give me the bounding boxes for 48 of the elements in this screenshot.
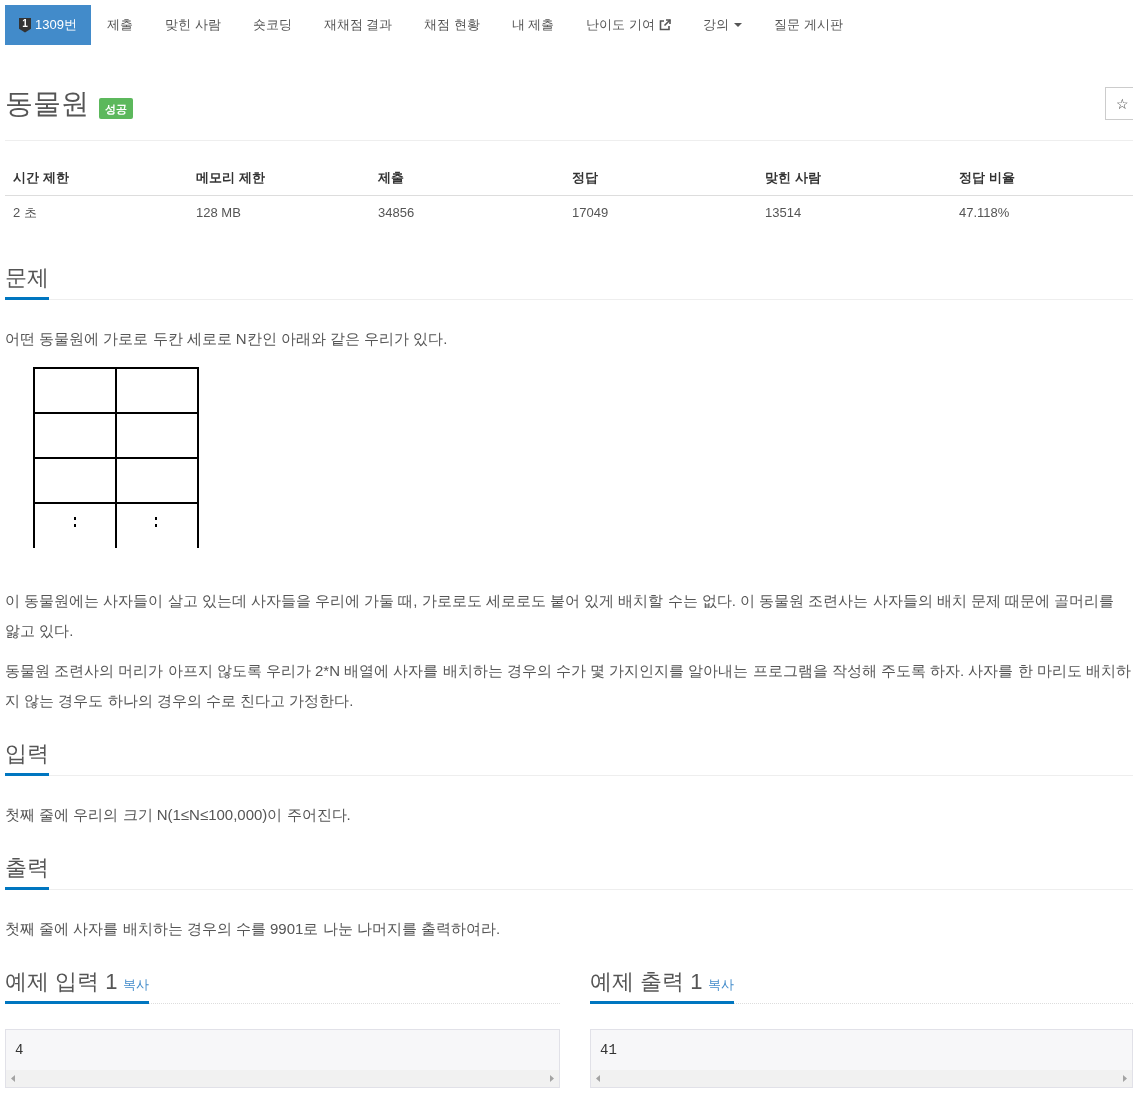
- section-heading: 예제 출력 1: [590, 968, 703, 996]
- section-heading: 예제 입력 1: [5, 968, 118, 996]
- table-header-cell: 정답 비율: [951, 161, 1133, 196]
- table-header-cell: 제출: [370, 161, 564, 196]
- paragraph: 첫째 줄에 우리의 크기 N(1≤N≤100,000)이 주어진다.: [5, 805, 352, 825]
- star-button[interactable]: ☆: [1105, 87, 1133, 120]
- horizontal-scrollbar[interactable]: [6, 1070, 559, 1087]
- table-cell: 2 초: [5, 195, 188, 230]
- nav-tab[interactable]: 질문 게시판: [758, 5, 859, 45]
- caret-icon: [734, 23, 743, 27]
- rank-badge: 1: [19, 17, 31, 33]
- section-heading: 입력: [5, 740, 49, 768]
- table-cell: 34856: [370, 195, 564, 230]
- sample-text: 41: [600, 1042, 617, 1058]
- table-cell: 128 MB: [188, 195, 370, 230]
- nav-tab[interactable]: 내 제출: [495, 5, 571, 45]
- external-link-icon: [659, 19, 672, 31]
- nav-tab[interactable]: 숏코딩: [236, 5, 308, 45]
- paragraph: 어떤 동물원에 가로로 두칸 세로로 N칸인 아래와 같은 우리가 있다.: [5, 329, 449, 349]
- table-cell: 17049: [564, 195, 757, 230]
- section-heading: 출력: [5, 854, 49, 882]
- nav-tab[interactable]: 맞힌 사람: [148, 5, 237, 45]
- table-cell: 13514: [757, 195, 951, 230]
- nav-tab[interactable]: 채점 현황: [408, 5, 496, 45]
- table-cell: 47.118%: [951, 195, 1133, 230]
- horizontal-scrollbar[interactable]: [591, 1070, 1132, 1087]
- nav-tab[interactable]: 강의: [687, 5, 759, 45]
- scroll-right-icon: [550, 1075, 554, 1082]
- table-header-cell: 맞힌 사람: [757, 161, 951, 196]
- scroll-left-icon: [11, 1075, 15, 1082]
- status-label: 성공: [99, 98, 133, 119]
- copy-link[interactable]: 복사: [708, 976, 735, 994]
- section-heading: 문제: [5, 264, 49, 292]
- problem-title: 동물원: [5, 87, 89, 120]
- scroll-left-icon: [596, 1075, 600, 1082]
- copy-link[interactable]: 복사: [123, 976, 150, 994]
- paragraph: 동물원 조련사의 머리가 아프지 않도록 우리가 2*N 배열에 사자를 배치하는 경우의 수가 몇 가지인지를 알아내는 프로그램을 작성해 주도록 하자. 사자를 한 마리도 배치하지 않는 경우도 하나의 경우의 수로 친다고 가정한다.: [5, 661, 1132, 711]
- sample-text: 4: [15, 1042, 24, 1058]
- nav-tab[interactable]: 난이도 기여: [570, 5, 688, 45]
- table-header-cell: 정답: [564, 161, 757, 196]
- nav-tab[interactable]: 재채점 결과: [307, 5, 409, 45]
- nav-tab[interactable]: 1 1309번: [5, 5, 91, 45]
- table-header-cell: 시간 제한: [5, 161, 188, 196]
- paragraph: 첫째 줄에 사자를 배치하는 경우의 수를 9901로 나눈 나머지를 출력하여라.: [5, 919, 502, 939]
- nav-tab[interactable]: 제출: [90, 5, 149, 45]
- scroll-right-icon: [1123, 1075, 1127, 1082]
- table-header-cell: 메모리 제한: [188, 161, 370, 196]
- paragraph: 이 동물원에는 사자들이 살고 있는데 사자들을 우리에 가둘 때, 가로로도 세로로도 붙어 있게 배치할 수는 없다. 이 동물원 조련사는 사자들의 배치 문제 때문에 골머리를 앓고 있다.: [5, 591, 1116, 641]
